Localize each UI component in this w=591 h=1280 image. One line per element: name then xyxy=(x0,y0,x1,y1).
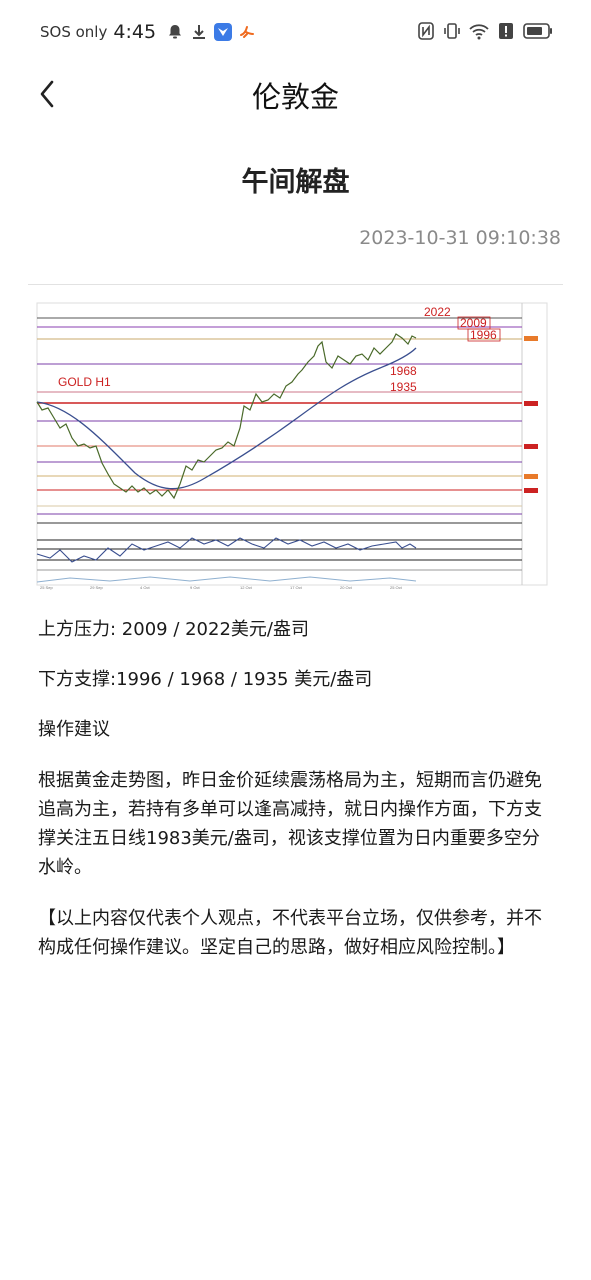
download-icon xyxy=(193,25,206,39)
clock: 4:45 xyxy=(113,21,157,43)
app-notification-icon-2 xyxy=(240,26,255,38)
svg-text:4 Oct: 4 Oct xyxy=(140,585,150,590)
nfc-icon xyxy=(418,22,434,40)
svg-text:12 Oct: 12 Oct xyxy=(240,585,253,590)
article-body: 上方压力: 2009 / 2022美元/盎司 下方支撑:1996 / 1968 … xyxy=(38,616,554,984)
svg-text:25 Oct: 25 Oct xyxy=(390,585,403,590)
bell-icon xyxy=(169,25,182,39)
advice-heading: 操作建议 xyxy=(38,719,110,740)
divider xyxy=(28,284,563,285)
analysis-paragraph: 根据黄金走势图，昨日金价延续震荡格局为主，短期而言仍避免追高为主，若持有多单可以… xyxy=(38,770,542,878)
status-bar: SOS only 4:45 xyxy=(0,0,591,66)
svg-text:17 Oct: 17 Oct xyxy=(290,585,303,590)
svg-text:25 Sep: 25 Sep xyxy=(40,585,53,590)
level-label-1935: 1935 xyxy=(390,380,417,394)
vibrate-icon xyxy=(444,23,460,39)
svg-text:20 Oct: 20 Oct xyxy=(340,585,353,590)
level-label-2022: 2022 xyxy=(424,305,451,319)
carrier-label: SOS only xyxy=(40,23,108,41)
wifi-icon xyxy=(469,24,489,40)
article-datetime: 2023-10-31 09:10:38 xyxy=(359,227,561,249)
svg-text:9 Oct: 9 Oct xyxy=(190,585,200,590)
battery-icon xyxy=(523,23,552,39)
chart-svg: GOLD H1 2022 2009 1996 1968 1935 25 Sep 2… xyxy=(36,302,548,590)
support-paragraph: 下方支撑:1996 / 1968 / 1935 美元/盎司 xyxy=(38,669,373,690)
app-notification-icon xyxy=(214,23,233,41)
article-title: 午间解盘 xyxy=(241,167,350,198)
disclaimer-paragraph: 【以上内容仅代表个人观点，不代表平台立场，仅供参考，并不构成任何操作建议。坚定自… xyxy=(38,908,542,958)
level-label-1996: 1996 xyxy=(470,328,497,342)
gold-chart-image: GOLD H1 2022 2009 1996 1968 1935 25 Sep 2… xyxy=(30,298,554,590)
page-title: 伦敦金 xyxy=(251,80,339,114)
top-app-bar: 伦敦金 xyxy=(0,66,591,122)
level-label-1968: 1968 xyxy=(390,364,417,378)
chart-instrument-label: GOLD H1 xyxy=(58,375,111,389)
resistance-paragraph: 上方压力: 2009 / 2022美元/盎司 xyxy=(38,619,309,640)
svg-text:29 Sep: 29 Sep xyxy=(90,585,103,590)
alert-icon xyxy=(499,23,513,39)
